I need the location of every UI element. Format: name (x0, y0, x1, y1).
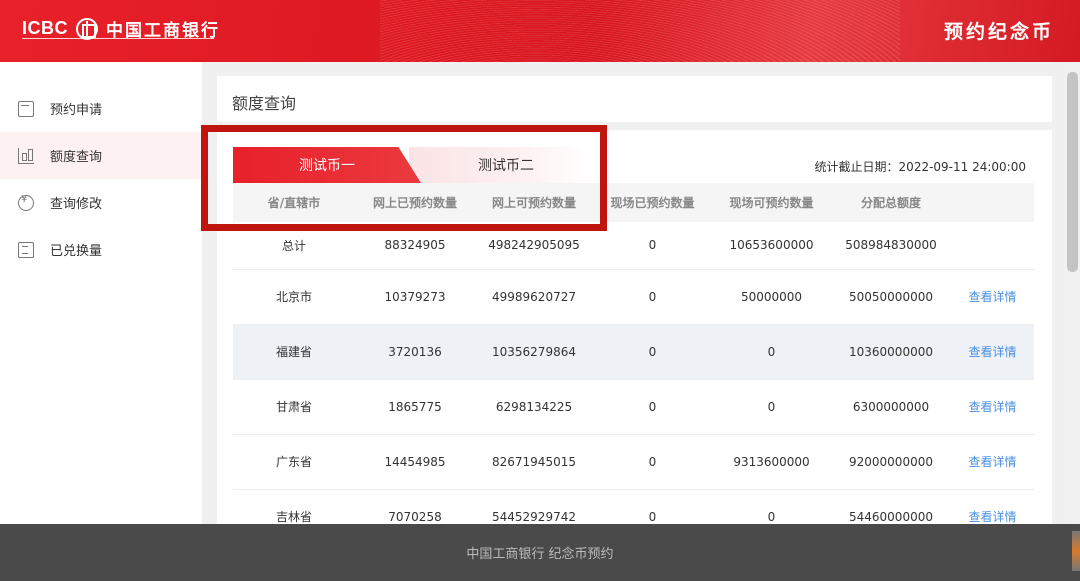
brand-en: ICBC (22, 18, 68, 38)
table-cell: 广东省 (233, 434, 355, 490)
table-cell: 508984830000 (831, 222, 951, 270)
table-cell: 10360000000 (831, 324, 951, 380)
sidebar-item-label: 额度查询 (50, 150, 103, 165)
table-cell: 6300000000 (831, 379, 951, 435)
table-cell: 0 (593, 379, 712, 435)
table-cell: 54460000000 (831, 489, 951, 524)
table-cell: 0 (712, 379, 831, 435)
table-row: 吉林省 7070258 54452929742 0 0 54460000000 … (233, 489, 1034, 524)
icbc-emblem-icon (76, 17, 98, 40)
table-cell: 50000000 (712, 269, 831, 325)
table-cell: 82671945015 (475, 434, 593, 490)
sidebar-item-exchanged[interactable]: 已兑换量 (0, 226, 202, 273)
table-cell: 498242905095 (475, 222, 593, 270)
table-cell: 10356279864 (475, 324, 593, 380)
content-card: 测试币二 测试币一 统计截止日期：2022-09-11 24:00:00 省/直… (217, 130, 1052, 524)
tab-test-coin-2[interactable]: 测试币二 (409, 147, 593, 183)
table-cell: 10653600000 (712, 222, 831, 270)
table-cell: 0 (593, 489, 712, 524)
quota-table: 省/直辖市 网上已预约数量 网上可预约数量 现场已预约数量 现场可预约数量 分配… (233, 183, 1034, 524)
table-cell: 88324905 (355, 222, 475, 270)
table-cell: 福建省 (233, 324, 355, 380)
header-decoration (380, 0, 900, 62)
table-header-row: 省/直辖市 网上已预约数量 网上可预约数量 现场已预约数量 现场可预约数量 分配… (233, 183, 1034, 222)
table-cell: 0 (593, 222, 712, 270)
table-cell: 0 (712, 489, 831, 524)
view-details-link[interactable]: 查看详情 (951, 324, 1034, 380)
table-cell: 10379273 (355, 269, 475, 325)
page-scrollbar[interactable] (1065, 62, 1080, 524)
table-cell: 6298134225 (475, 379, 593, 435)
column-header: 省/直辖市 (233, 183, 355, 222)
sidebar: 预约申请 额度查询 查询修改 已兑换量 (0, 62, 202, 524)
table-row: 福建省 3720136 10356279864 0 0 10360000000 … (233, 324, 1034, 380)
table-cell: 3720136 (355, 324, 475, 380)
calendar-icon (18, 100, 34, 117)
table-cell: 0 (593, 324, 712, 380)
exchange-icon (18, 241, 34, 258)
sidebar-item-label: 查询修改 (50, 197, 103, 212)
coin-search-icon (18, 194, 34, 211)
side-float-tab[interactable] (1072, 531, 1080, 571)
page-footer: 中国工商银行 纪念币预约 (0, 524, 1080, 581)
table-cell: 54452929742 (475, 489, 593, 524)
logo-underline (22, 38, 214, 39)
table-row: 北京市 10379273 49989620727 0 50000000 5005… (233, 269, 1034, 325)
top-header: ICBC 中国工商银行 预约纪念币 (0, 0, 1080, 62)
sidebar-item-query-modify[interactable]: 查询修改 (0, 179, 202, 226)
view-details-link[interactable]: 查看详情 (951, 379, 1034, 435)
table-cell: 14454985 (355, 434, 475, 490)
column-header: 现场已预约数量 (593, 183, 712, 222)
table-cell: 7070258 (355, 489, 475, 524)
stat-cutoff-date: 统计截止日期：2022-09-11 24:00:00 (814, 160, 1026, 174)
page-title: 额度查询 (232, 94, 297, 113)
column-header: 现场可预约数量 (712, 183, 831, 222)
page-brand-title: 预约纪念币 (943, 21, 1054, 43)
view-details-link[interactable]: 查看详情 (951, 434, 1034, 490)
view-details-link[interactable]: 查看详情 (951, 489, 1034, 524)
coin-tabs: 测试币二 测试币一 (233, 147, 593, 183)
column-header (951, 183, 1034, 222)
table-row: 总计 88324905 498242905095 0 10653600000 5… (233, 222, 1034, 270)
bar-chart-icon (18, 147, 34, 164)
table-cell: 北京市 (233, 269, 355, 325)
table-row: 广东省 14454985 82671945015 0 9313600000 92… (233, 434, 1034, 490)
sidebar-item-quota-query[interactable]: 额度查询 (0, 132, 202, 179)
table-cell: 0 (593, 434, 712, 490)
table-cell: 甘肃省 (233, 379, 355, 435)
table-cell: 92000000000 (831, 434, 951, 490)
column-header: 网上可预约数量 (475, 183, 593, 222)
view-details-link[interactable]: 查看详情 (951, 269, 1034, 325)
column-header: 分配总额度 (831, 183, 951, 222)
sidebar-item-label: 预约申请 (50, 103, 103, 118)
page-title-card: 额度查询 (217, 76, 1052, 122)
sidebar-item-reserve-apply[interactable]: 预约申请 (0, 85, 202, 132)
table-cell: 吉林省 (233, 489, 355, 524)
table-cell (951, 222, 1034, 270)
table-cell: 49989620727 (475, 269, 593, 325)
table-cell: 9313600000 (712, 434, 831, 490)
sidebar-item-label: 已兑换量 (50, 244, 103, 259)
tab-test-coin-1[interactable]: 测试币一 (233, 147, 421, 183)
table-row: 甘肃省 1865775 6298134225 0 0 6300000000 查看… (233, 379, 1034, 435)
column-header: 网上已预约数量 (355, 183, 475, 222)
table-cell: 50050000000 (831, 269, 951, 325)
footer-text: 中国工商银行 纪念币预约 (466, 547, 614, 562)
table-cell: 0 (593, 269, 712, 325)
scrollbar-thumb[interactable] (1067, 72, 1078, 272)
table-cell: 1865775 (355, 379, 475, 435)
table-cell: 0 (712, 324, 831, 380)
table-cell: 总计 (233, 222, 355, 270)
